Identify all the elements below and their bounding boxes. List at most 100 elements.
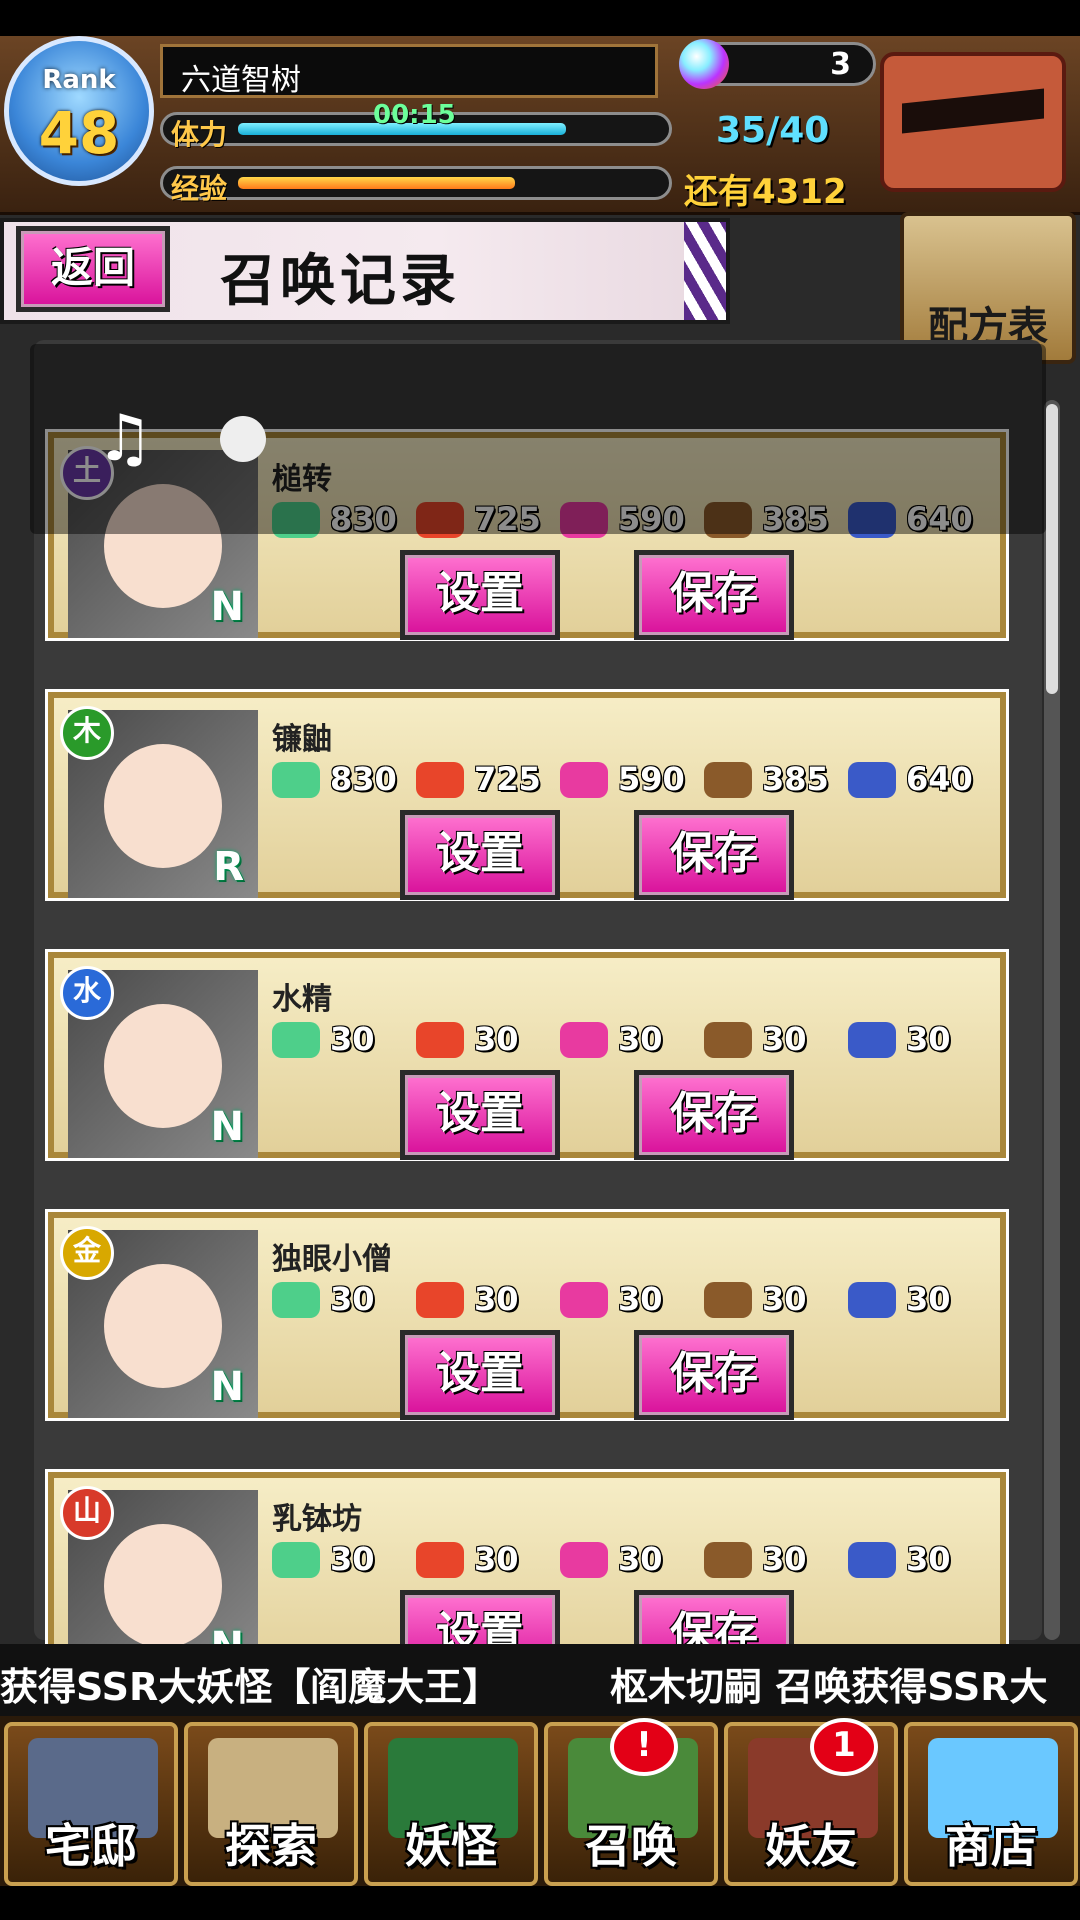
rank-number: 48 bbox=[38, 99, 120, 167]
set-button[interactable]: 设置 bbox=[400, 550, 560, 640]
nav-label: 妖友 bbox=[765, 1819, 857, 1873]
nav-item[interactable]: 妖友 1 bbox=[724, 1718, 898, 1886]
red-feather-icon bbox=[416, 1022, 464, 1058]
material-value: 30 bbox=[762, 1020, 807, 1058]
element-icon: 山 bbox=[60, 1486, 114, 1540]
nav-item[interactable]: 妖怪 bbox=[364, 1722, 538, 1886]
list-scrollbar[interactable] bbox=[1044, 400, 1060, 1640]
green-gem-icon bbox=[272, 1022, 320, 1058]
material-value: 30 bbox=[330, 1540, 375, 1578]
nav-item[interactable]: 探索 bbox=[184, 1722, 358, 1886]
summon-record-card: N 水水精 30 30 30 30 30 设置 保存 bbox=[45, 949, 1009, 1161]
system-bar bbox=[0, 1886, 1080, 1920]
nav-label: 探索 bbox=[225, 1819, 317, 1873]
bottom-nav: 宅邸 探索 妖怪 召唤! 妖友 1 商店 bbox=[0, 1716, 1080, 1886]
yokai-name: 镰鼬 bbox=[272, 722, 332, 757]
material-value: 30 bbox=[330, 1020, 375, 1058]
save-button[interactable]: 保存 bbox=[634, 1070, 794, 1160]
player-name-box: 六道智树 bbox=[160, 44, 658, 98]
material-value: 30 bbox=[474, 1280, 519, 1318]
scrollbar-thumb[interactable] bbox=[1046, 404, 1058, 694]
stamina-value: 35/40 bbox=[716, 110, 830, 151]
yokai-name: 水精 bbox=[272, 982, 332, 1017]
element-icon: 木 bbox=[60, 706, 114, 760]
element-icon: 水 bbox=[60, 966, 114, 1020]
save-button[interactable]: 保存 bbox=[634, 1330, 794, 1420]
portrait-face bbox=[104, 1004, 222, 1128]
green-gem-icon bbox=[272, 762, 320, 798]
pink-charm-icon bbox=[560, 1022, 608, 1058]
rarity-badge: N bbox=[210, 1364, 244, 1410]
red-feather-icon bbox=[416, 762, 464, 798]
exp-bar: 经验 bbox=[160, 166, 672, 205]
set-button[interactable]: 设置 bbox=[400, 1330, 560, 1420]
material-value: 30 bbox=[618, 1020, 663, 1058]
ticker-text-2: 枢木切嗣 召唤获得SSR大 bbox=[610, 1665, 1048, 1709]
page-title: 召唤记录 bbox=[220, 249, 460, 314]
material-value: 640 bbox=[906, 760, 973, 798]
brown-scroll-icon bbox=[704, 762, 752, 798]
nav-item[interactable]: 召唤! bbox=[544, 1718, 718, 1886]
brown-scroll-icon bbox=[704, 1542, 752, 1578]
set-button[interactable]: 设置 bbox=[400, 810, 560, 900]
save-button[interactable]: 保存 bbox=[634, 550, 794, 640]
pink-charm-icon bbox=[560, 1542, 608, 1578]
set-button[interactable]: 设置 bbox=[400, 1070, 560, 1160]
save-button[interactable]: 保存 bbox=[634, 810, 794, 900]
rank-label: Rank bbox=[42, 65, 116, 95]
material-value: 30 bbox=[906, 1540, 951, 1578]
blue-stone-icon bbox=[848, 1022, 896, 1058]
yokai-name: 独眼小僧 bbox=[272, 1242, 392, 1277]
rarity-badge: N bbox=[210, 584, 244, 630]
nav-item[interactable]: 宅邸 bbox=[4, 1722, 178, 1886]
stamina-timer: 00:15 bbox=[373, 100, 456, 130]
exp-label: 经验 bbox=[171, 172, 228, 205]
green-gem-icon bbox=[272, 1542, 320, 1578]
exp-fill bbox=[238, 177, 516, 189]
material-value: 590 bbox=[618, 760, 685, 798]
material-value: 30 bbox=[762, 1280, 807, 1318]
nav-label: 召唤 bbox=[585, 1819, 677, 1873]
material-value: 725 bbox=[474, 760, 541, 798]
blue-stone-icon bbox=[848, 1542, 896, 1578]
crystal-orb-icon bbox=[679, 39, 729, 89]
back-button[interactable]: 返回 bbox=[16, 226, 170, 312]
nav-label: 商店 bbox=[945, 1819, 1037, 1873]
nav-item[interactable]: 商店 bbox=[904, 1722, 1078, 1886]
material-value: 30 bbox=[906, 1280, 951, 1318]
portrait-face bbox=[104, 744, 222, 868]
material-value: 30 bbox=[474, 1540, 519, 1578]
music-note-icon[interactable]: ♫ bbox=[96, 402, 153, 476]
brown-scroll-icon bbox=[704, 1022, 752, 1058]
yokai-name: 乳钵坊 bbox=[272, 1502, 362, 1537]
material-value: 830 bbox=[330, 760, 397, 798]
pink-charm-icon bbox=[560, 1282, 608, 1318]
portrait-face bbox=[104, 1524, 222, 1648]
brown-scroll-icon bbox=[704, 1282, 752, 1318]
banner-stripe bbox=[684, 222, 726, 320]
blue-stone-icon bbox=[848, 762, 896, 798]
summon-record-card: R 木 镰鼬 830 725 590 385 640 设置 保存 bbox=[45, 689, 1009, 901]
gem-counter[interactable]: 3 bbox=[679, 39, 876, 89]
red-feather-icon bbox=[416, 1542, 464, 1578]
notification-badge: 1 bbox=[810, 1718, 878, 1776]
material-value: 30 bbox=[618, 1280, 663, 1318]
rank-badge[interactable]: Rank 48 bbox=[4, 36, 154, 186]
material-value: 30 bbox=[906, 1020, 951, 1058]
rarity-badge: R bbox=[213, 844, 244, 890]
overlay-dot[interactable] bbox=[220, 416, 266, 462]
pink-charm-icon bbox=[560, 762, 608, 798]
material-value: 30 bbox=[474, 1020, 519, 1058]
ticker-text-1: 获得SSR大妖怪【阎魔大王】 bbox=[0, 1665, 501, 1709]
material-value: 30 bbox=[618, 1540, 663, 1578]
green-gem-icon bbox=[272, 1282, 320, 1318]
news-ticker: 获得SSR大妖怪【阎魔大王】 枢木切嗣 召唤获得SSR大 bbox=[0, 1644, 1080, 1716]
notification-badge: ! bbox=[610, 1718, 678, 1776]
gem-count: 3 bbox=[830, 47, 851, 82]
element-icon: 金 bbox=[60, 1226, 114, 1280]
player-name: 六道智树 bbox=[181, 63, 301, 98]
treasure-chest-icon[interactable] bbox=[880, 52, 1066, 192]
nav-label: 妖怪 bbox=[405, 1819, 497, 1873]
music-overlay bbox=[30, 344, 1046, 534]
red-feather-icon bbox=[416, 1282, 464, 1318]
